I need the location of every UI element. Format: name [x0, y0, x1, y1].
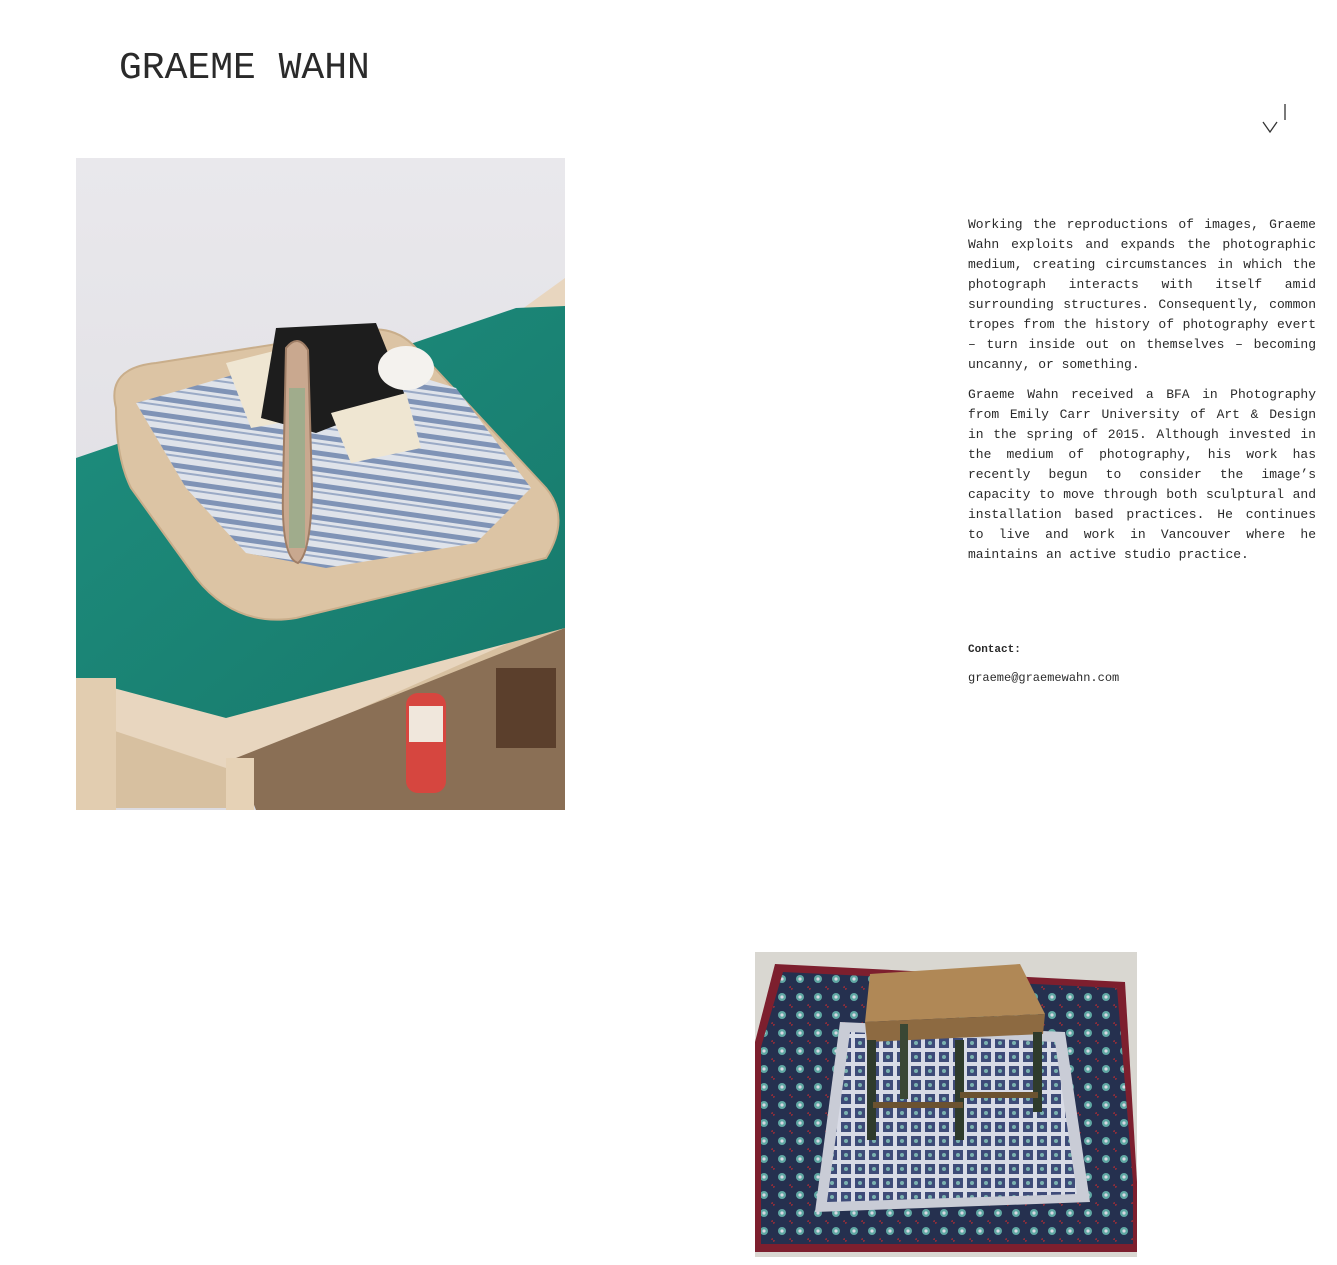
bio-paragraph: Graeme Wahn received a BFA in Photograph…: [968, 387, 1316, 562]
chevron-menu-icon: [1262, 104, 1286, 134]
menu-toggle-button[interactable]: [1258, 100, 1292, 138]
studio-sculpture-photo[interactable]: [76, 158, 565, 810]
rug-table-image: [755, 952, 1137, 1257]
bio-paragraph: Working the reproductions of images, Gra…: [968, 217, 1316, 372]
rug-table-photo[interactable]: [755, 952, 1137, 1257]
contact-email-link[interactable]: graeme@graemewahn.com: [968, 669, 1119, 687]
contact-label: Contact:: [968, 644, 1021, 656]
artist-bio: Working the reproductions of images, Gra…: [968, 215, 1316, 575]
studio-sculpture-image: [76, 158, 565, 810]
site-title[interactable]: GRAEME WAHN: [119, 46, 370, 92]
